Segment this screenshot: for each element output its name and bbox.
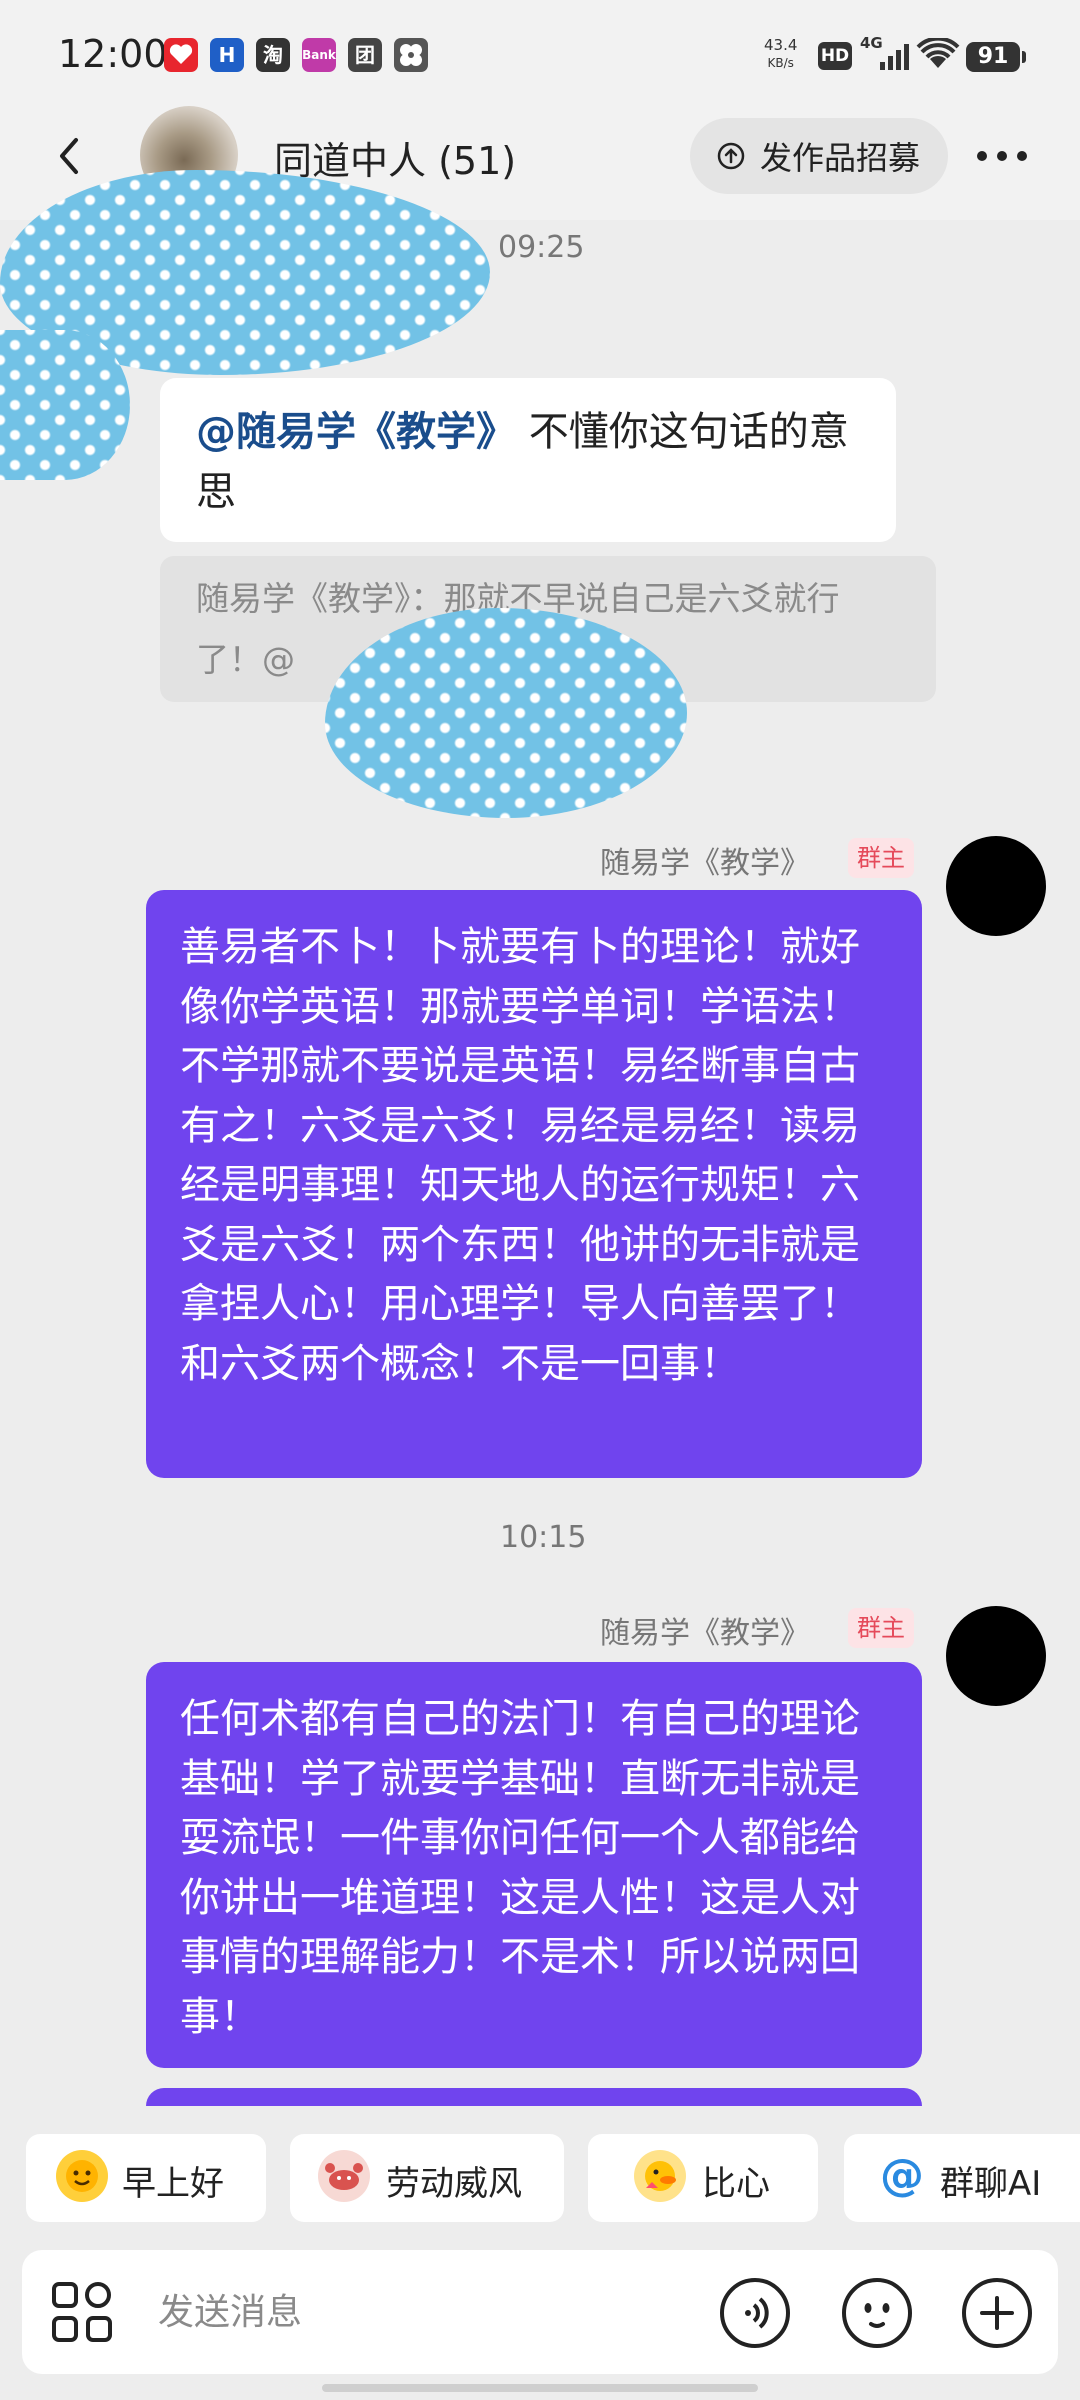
quick-reply-label: 比心 (702, 2164, 770, 2204)
back-button[interactable] (50, 128, 90, 184)
at-icon: @ (880, 2150, 924, 2201)
quick-reply-label: 群聊AI (940, 2164, 1042, 2204)
group-title[interactable]: 同道中人 (51) (274, 130, 516, 185)
privacy-mosaic (0, 330, 130, 480)
privacy-mosaic (325, 608, 687, 818)
recruit-button-label: 发作品招募 (760, 139, 921, 177)
emoji-icon[interactable] (840, 2276, 914, 2350)
net-speed-value: 43.4 (764, 36, 798, 54)
sender-name: 随易学《教学》 (600, 1616, 810, 1651)
taobao-icon: 淘 (256, 38, 290, 72)
owner-badge: 群主 (848, 838, 914, 878)
home-indicator[interactable] (322, 2384, 758, 2392)
owner-badge: 群主 (848, 1608, 914, 1648)
battery-icon: 91 (966, 42, 1026, 72)
sender-avatar[interactable] (946, 836, 1046, 936)
quick-reply-label: 早上好 (122, 2164, 224, 2204)
more-options-button[interactable] (972, 138, 1032, 174)
mention-link[interactable]: @随易学《教学》 (196, 409, 516, 455)
hd-badge: HD (818, 42, 852, 70)
upload-icon (716, 141, 746, 171)
wifi-icon (916, 36, 960, 72)
app-h-icon: H (210, 38, 244, 72)
timestamp: 10:15 (500, 1520, 587, 1555)
message-input[interactable] (158, 2284, 678, 2340)
message-bubble-partial[interactable] (146, 2088, 922, 2106)
net-speed: 43.4 KB/s (764, 36, 797, 72)
duck-icon (634, 2150, 686, 2202)
apps-grid-icon[interactable] (50, 2280, 114, 2344)
pinwheel-icon (394, 38, 428, 72)
tuan-icon: 团 (348, 38, 382, 72)
net-speed-unit: KB/s (767, 56, 794, 70)
bank-icon: Bank (302, 38, 336, 72)
status-time: 12:00 (58, 32, 168, 76)
message-reply-text: @随易学《教学》 不懂你这句话的意思 (196, 402, 876, 522)
sender-name: 随易学《教学》 (600, 846, 810, 881)
app-red-icon (164, 38, 198, 72)
timestamp: 09:25 (498, 230, 585, 265)
add-icon[interactable] (960, 2276, 1034, 2350)
message-text: 任何术都有自己的法门！有自己的理论基础！学了就要学基础！直断无非就是耍流氓！一件… (180, 1696, 860, 2040)
crab-icon (318, 2150, 370, 2202)
sun-face-icon (56, 2150, 108, 2202)
sender-avatar[interactable] (946, 1606, 1046, 1706)
signal-4g-icon: 4G (860, 34, 912, 74)
message-text: 善易者不卜！卜就要有卜的理论！就好像你学英语！那就要学单词！学语法！不学那就不要… (180, 924, 860, 1387)
quick-reply-label: 劳动威风 (386, 2164, 522, 2204)
voice-icon[interactable] (718, 2276, 792, 2350)
